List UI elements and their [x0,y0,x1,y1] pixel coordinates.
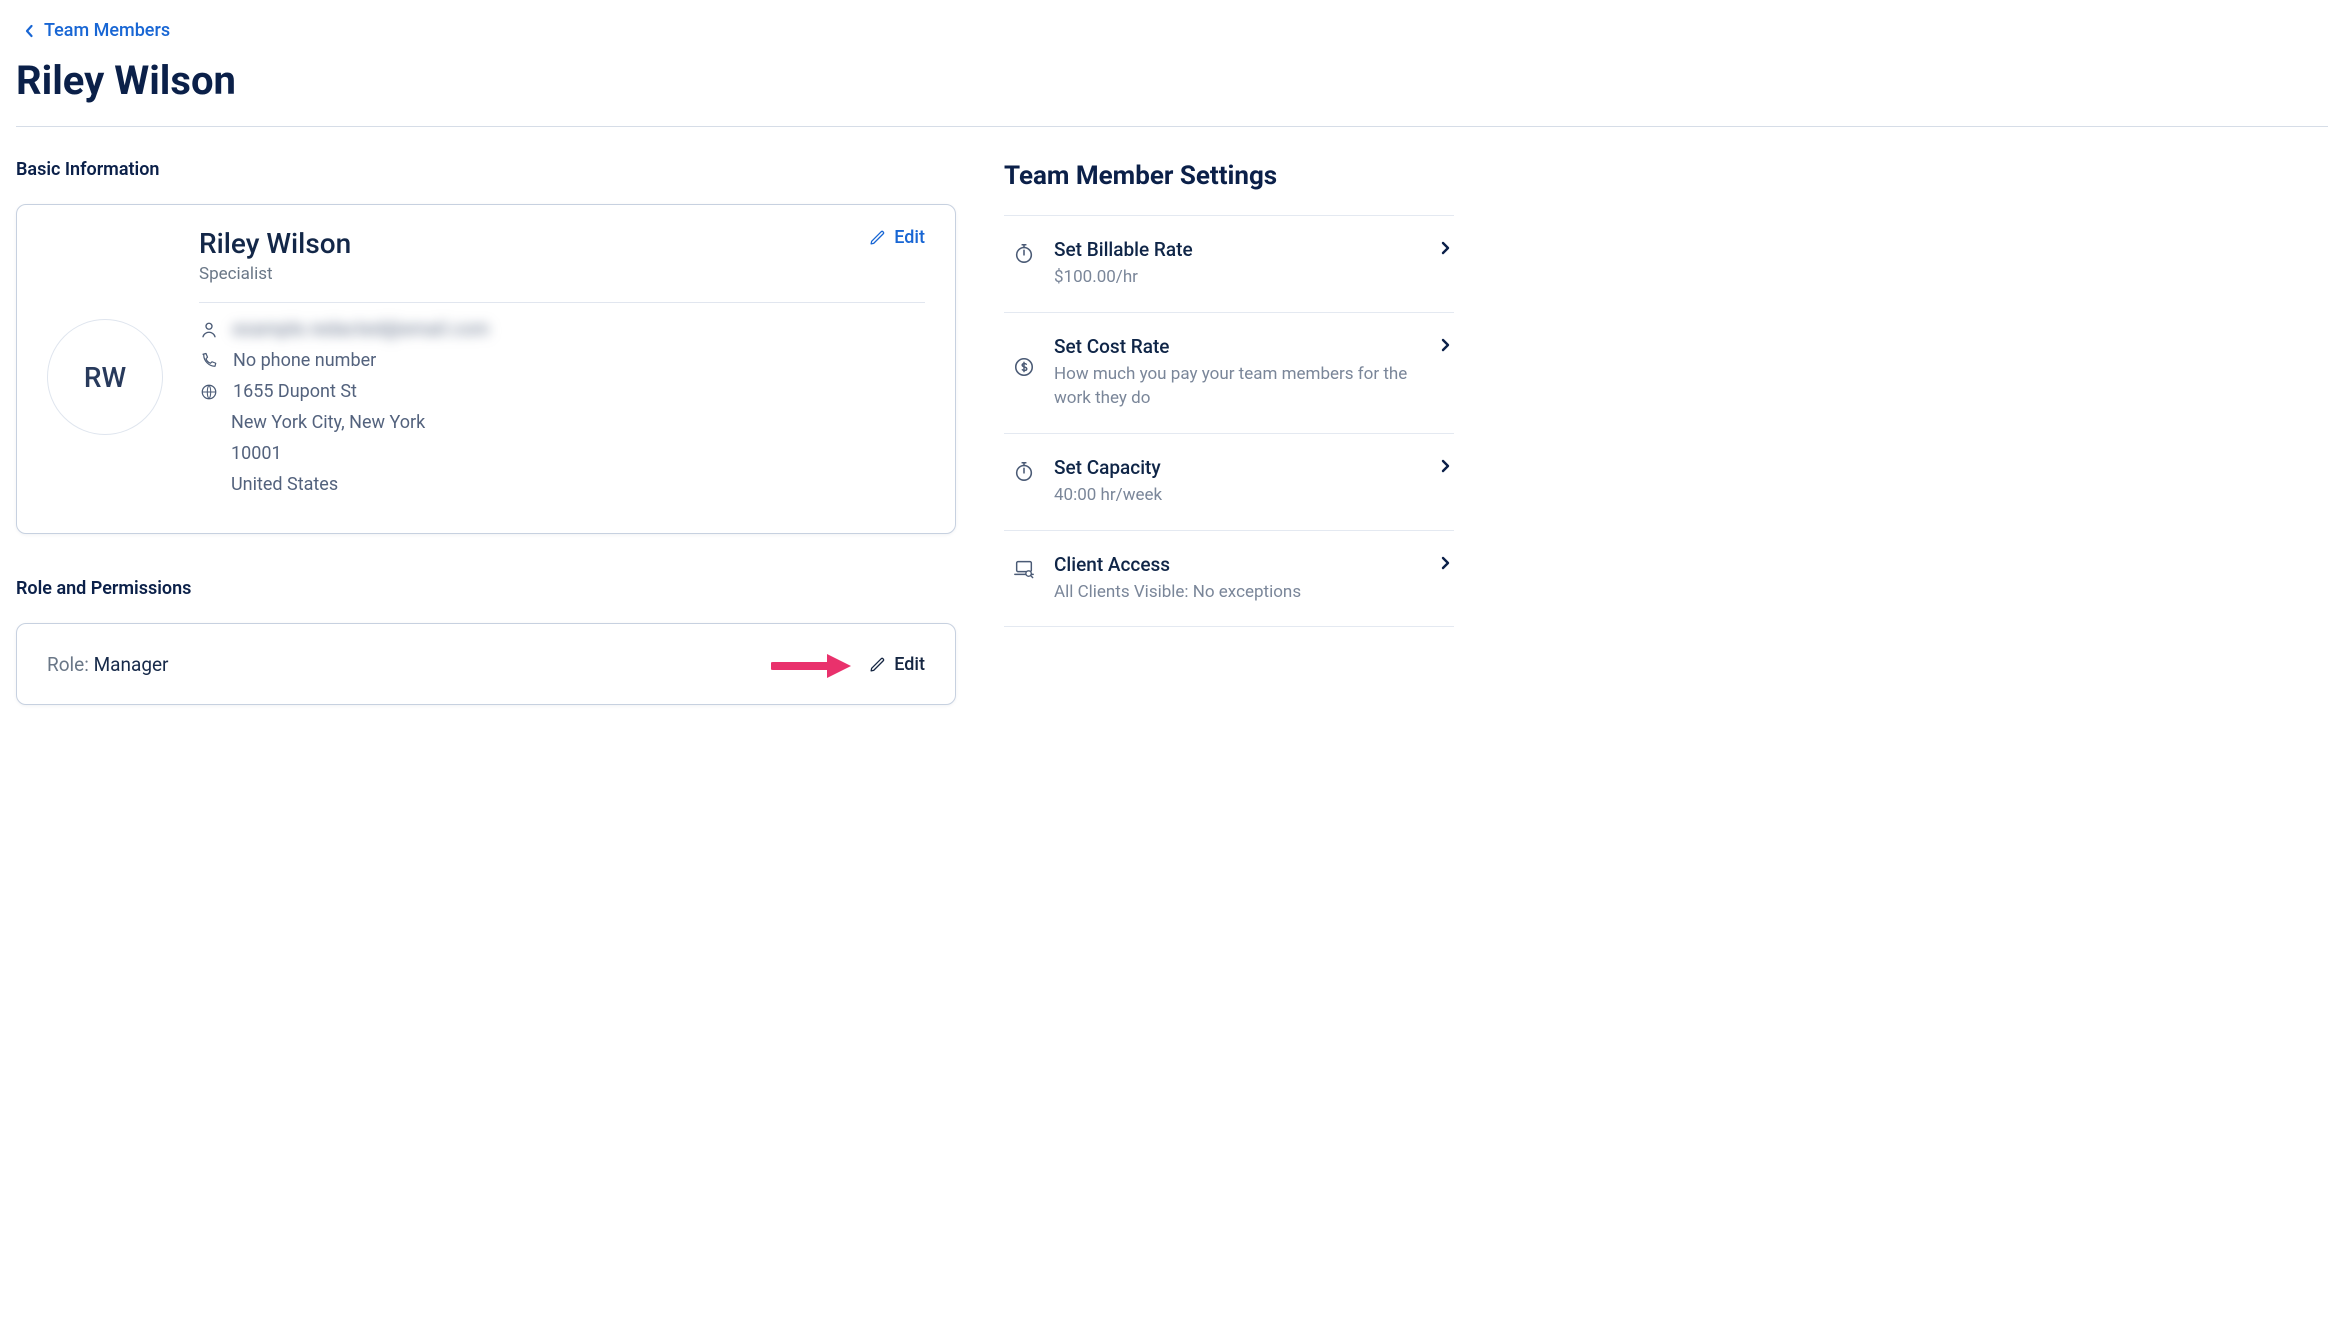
role-value: Manager [94,653,169,676]
phone-row: No phone number [199,350,925,371]
breadcrumb-back-link[interactable]: Team Members [24,20,170,41]
email-row: example.redacted@email.com [199,319,925,340]
setting-title: Client Access [1054,553,1423,576]
annotation-arrow-icon [771,650,855,682]
chevron-right-icon [1441,338,1450,352]
address-line2: New York City, New York [231,412,425,433]
chevron-right-icon [1441,241,1450,255]
setting-subtitle: How much you pay your team members for t… [1054,362,1423,411]
basic-info-card: RW Riley Wilson Specialist Edit [16,204,956,534]
avatar-initials: RW [84,361,126,394]
page-title: Riley Wilson [16,57,2328,104]
member-name: Riley Wilson [199,227,351,260]
header-divider [16,126,2328,127]
edit-basic-label: Edit [894,227,925,248]
avatar: RW [47,319,163,435]
postal-row: 10001 [199,443,925,464]
role-label: Role: [47,653,94,676]
setting-subtitle: 40:00 hr/week [1054,483,1423,508]
member-subtitle: Specialist [199,264,351,284]
breadcrumb-label: Team Members [44,20,170,41]
setting-title: Set Cost Rate [1054,335,1423,358]
setting-title: Set Capacity [1054,456,1423,479]
settings-list: Set Billable Rate $100.00/hr Set Cost Ra… [1004,215,1454,627]
chevron-left-icon [24,24,34,38]
email-value: example.redacted@email.com [233,319,490,340]
setting-billable-rate[interactable]: Set Billable Rate $100.00/hr [1004,216,1454,313]
stopwatch-icon [1012,241,1036,265]
setting-title: Set Billable Rate [1054,238,1423,261]
setting-cost-rate[interactable]: Set Cost Rate How much you pay your team… [1004,313,1454,434]
pencil-icon [869,229,886,246]
postal-value: 10001 [231,443,282,464]
settings-heading: Team Member Settings [1004,161,1454,191]
phone-value: No phone number [233,350,376,371]
role-card: Role: Manager Edit [16,623,956,705]
edit-role-label: Edit [894,654,925,675]
setting-capacity[interactable]: Set Capacity 40:00 hr/week [1004,434,1454,531]
role-permissions-heading: Role and Permissions [16,578,956,599]
basic-info-heading: Basic Information [16,159,956,180]
address-row: 1655 Dupont St [199,381,925,402]
dollar-circle-icon [1012,355,1036,379]
setting-subtitle: All Clients Visible: No exceptions [1054,580,1423,605]
stopwatch-icon [1012,459,1036,483]
phone-icon [199,351,219,371]
address-line1: 1655 Dupont St [233,381,357,402]
edit-basic-info-button[interactable]: Edit [869,227,925,248]
pencil-icon [869,656,886,673]
chevron-right-icon [1441,556,1450,570]
chevron-right-icon [1441,459,1450,473]
setting-subtitle: $100.00/hr [1054,265,1423,290]
globe-icon [199,382,219,402]
laptop-search-icon [1012,556,1036,580]
address-line2-row: New York City, New York [199,412,925,433]
setting-client-access[interactable]: Client Access All Clients Visible: No ex… [1004,531,1454,628]
edit-role-button[interactable]: Edit [869,654,925,675]
user-icon [199,320,219,340]
country-value: United States [231,474,338,495]
country-row: United States [199,474,925,495]
